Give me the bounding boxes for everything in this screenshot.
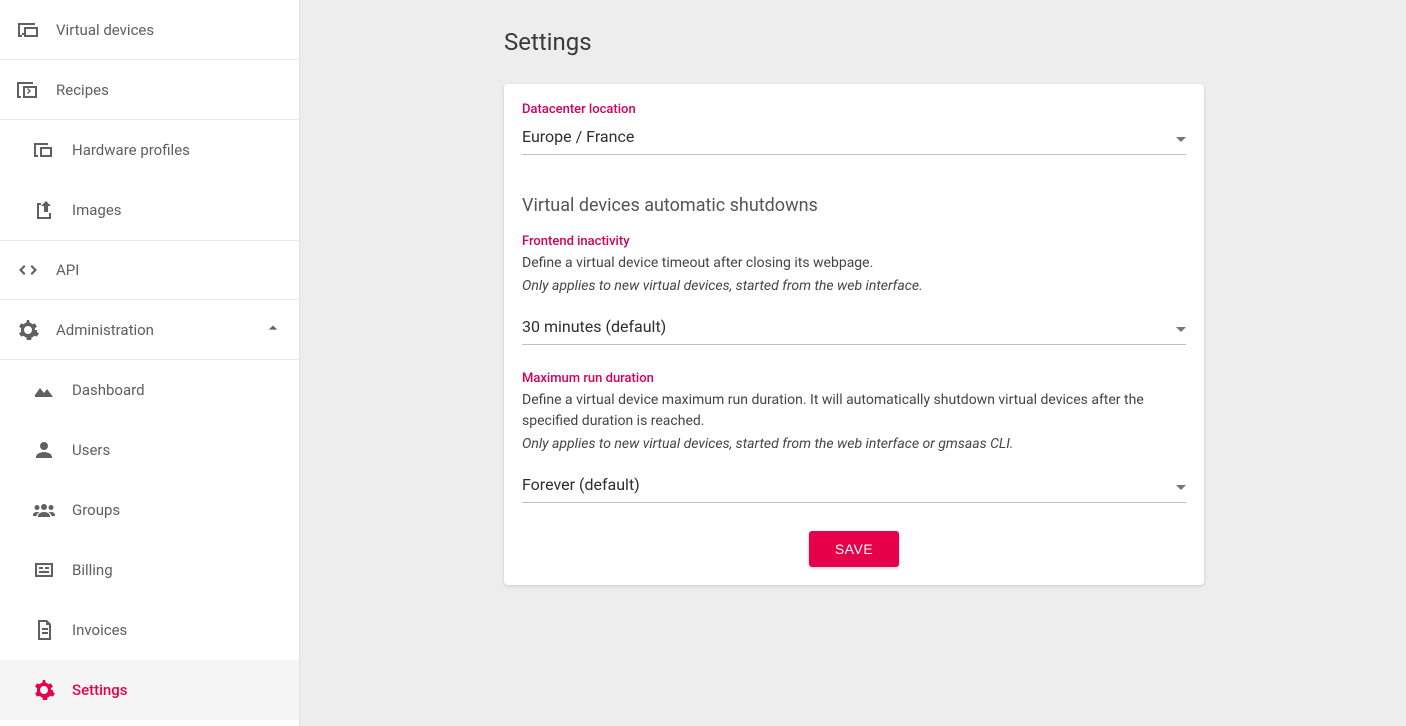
sidebar-item-label: Hardware profiles [72,141,283,159]
max-run-duration-value: Forever (default) [522,475,640,494]
settings-card: Datacenter location Europe / France Virt… [504,84,1204,585]
sidebar-item-label: Billing [72,561,283,579]
sidebar-item-administration[interactable]: Administration [0,300,299,360]
sidebar-item-images[interactable]: Images [0,180,299,240]
sidebar-item-label: Settings [72,681,283,699]
sidebar-item-label: Users [72,441,283,459]
sidebar-item-label: Dashboard [72,381,283,399]
sidebar-item-billing[interactable]: Billing [0,540,299,600]
dropdown-caret-icon [1176,127,1186,146]
api-icon [16,258,40,282]
page-title: Settings [504,28,1406,56]
datacenter-location-value: Europe / France [522,127,634,146]
sidebar-item-api[interactable]: API [0,240,299,300]
recipes-icon [16,78,40,102]
sidebar-item-hardware-profiles[interactable]: Hardware profiles [0,120,299,180]
datacenter-location-select[interactable]: Europe / France [522,121,1186,155]
auto-shutdown-section-title: Virtual devices automatic shutdowns [522,195,1186,216]
max-run-duration-select[interactable]: Forever (default) [522,469,1186,503]
datacenter-location-label: Datacenter location [522,102,1186,117]
images-icon [32,198,56,222]
groups-icon [32,498,56,522]
virtual-devices-icon [16,18,40,42]
sidebar: Virtual devices Recipes Hardware profile… [0,0,300,726]
dropdown-caret-icon [1176,475,1186,494]
frontend-inactivity-note: Only applies to new virtual devices, sta… [522,276,1186,297]
sidebar-item-groups[interactable]: Groups [0,480,299,540]
frontend-inactivity-select[interactable]: 30 minutes (default) [522,311,1186,345]
max-run-duration-note: Only applies to new virtual devices, sta… [522,434,1186,455]
sidebar-item-virtual-devices[interactable]: Virtual devices [0,0,299,60]
max-run-duration-label: Maximum run duration [522,371,1186,386]
dropdown-caret-icon [1176,317,1186,336]
invoices-icon [32,618,56,642]
billing-icon [32,558,56,582]
hardware-profiles-icon [32,138,56,162]
sidebar-item-users[interactable]: Users [0,420,299,480]
sidebar-item-label: Groups [72,501,283,519]
administration-icon [16,318,40,342]
sidebar-item-label: Images [72,201,283,219]
save-button[interactable]: SAVE [809,531,899,567]
settings-icon [32,678,56,702]
frontend-inactivity-description: Define a virtual device timeout after cl… [522,253,1186,274]
main-content: Settings Datacenter location Europe / Fr… [300,0,1406,726]
sidebar-item-label: Invoices [72,621,283,639]
frontend-inactivity-value: 30 minutes (default) [522,317,666,336]
sidebar-item-recipes[interactable]: Recipes [0,60,299,120]
sidebar-item-invoices[interactable]: Invoices [0,600,299,660]
sidebar-item-dashboard[interactable]: Dashboard [0,360,299,420]
sidebar-item-settings[interactable]: Settings [0,660,299,720]
frontend-inactivity-label: Frontend inactivity [522,234,1186,249]
chevron-up-icon [263,318,283,342]
sidebar-item-label: Administration [56,321,263,339]
max-run-duration-description: Define a virtual device maximum run dura… [522,390,1186,432]
sidebar-item-label: Recipes [56,81,283,99]
sidebar-item-label: API [56,261,283,279]
dashboard-icon [32,378,56,402]
users-icon [32,438,56,462]
sidebar-item-label: Virtual devices [56,21,283,39]
